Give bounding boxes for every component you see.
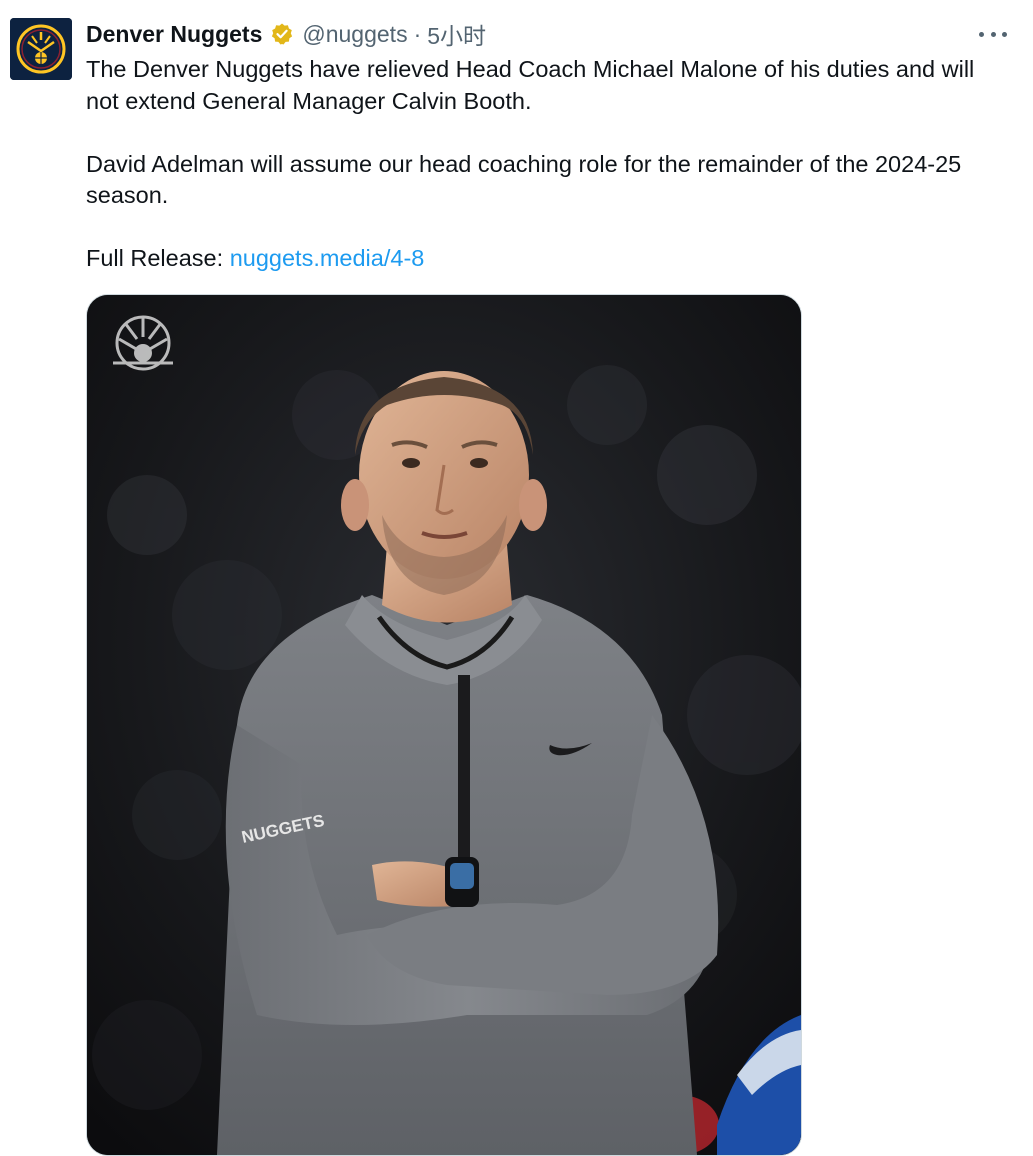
avatar[interactable] [10, 18, 72, 80]
more-dot [1002, 31, 1007, 37]
tweet-paragraph-2: David Adelman will assume our head coach… [86, 150, 962, 209]
tweet-text: The Denver Nuggets have relieved Head Co… [86, 54, 986, 275]
full-release-line: Full Release: nuggets.media/4-8 [86, 243, 986, 275]
tweet-media-image[interactable]: NUGGETS [86, 294, 802, 1156]
separator-dot: · [413, 20, 422, 47]
more-dot [979, 31, 984, 37]
tweet-header: Denver Nuggets @nuggets · 5小时 [86, 18, 486, 50]
nuggets-logo-icon [10, 18, 72, 80]
tweet-paragraph-1: The Denver Nuggets have relieved Head Co… [86, 56, 975, 114]
coach-photo: NUGGETS [87, 295, 801, 1155]
author-name[interactable]: Denver Nuggets [86, 21, 262, 48]
more-options-icon[interactable] [979, 22, 1007, 46]
full-release-label: Full Release: [86, 245, 230, 271]
timestamp[interactable]: 5小时 [427, 17, 486, 51]
full-release-link[interactable]: nuggets.media/4-8 [230, 245, 425, 271]
more-dot [990, 31, 996, 37]
author-handle[interactable]: @nuggets [302, 21, 407, 48]
verified-badge-icon [270, 22, 294, 46]
tweet-card: Denver Nuggets @nuggets · 5小时 The Denver… [0, 0, 1033, 1156]
